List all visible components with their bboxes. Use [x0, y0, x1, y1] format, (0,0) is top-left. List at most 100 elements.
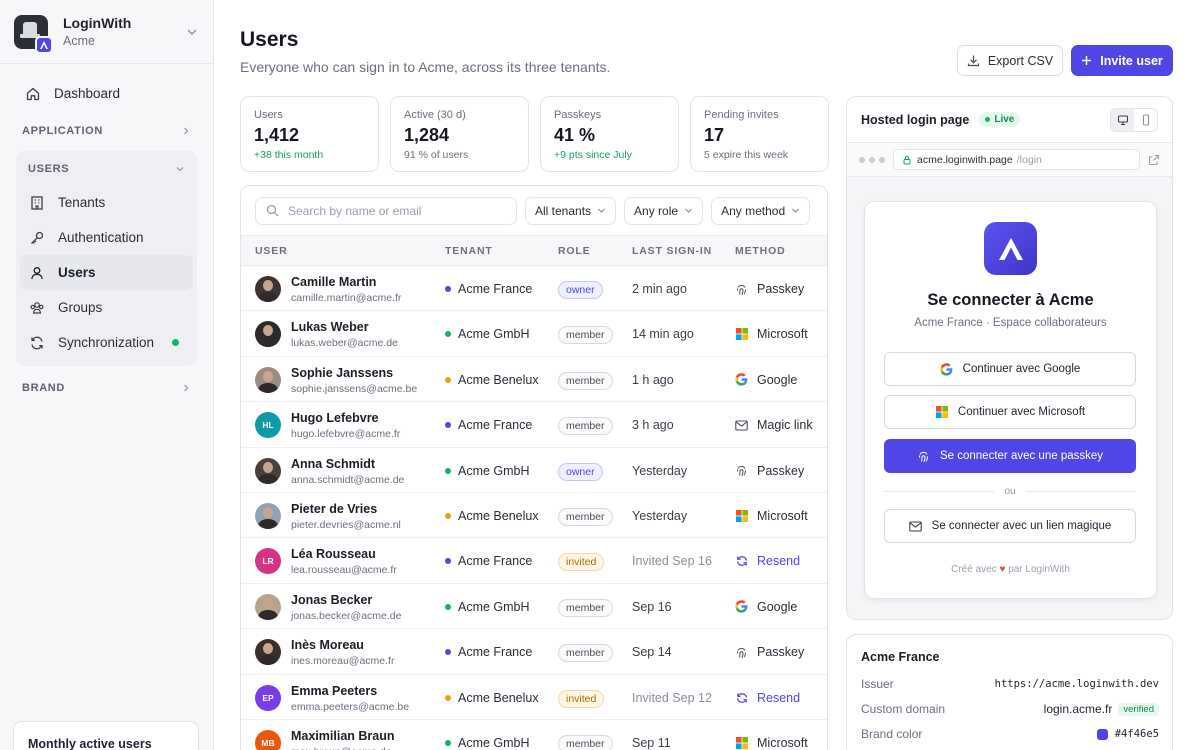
verified-badge: verified [1118, 702, 1159, 716]
sidebar-item-groups[interactable]: Groups [20, 290, 193, 325]
table-row[interactable]: Inès Moreau ines.moreau@acme.fr Acme Franc… [241, 629, 827, 675]
stat-delta: 5 expire this week [704, 149, 789, 161]
user-name[interactable]: Hugo Lefebvre [291, 411, 379, 425]
google-icon [940, 362, 954, 376]
col-user[interactable]: USER [255, 245, 288, 257]
user-email: lukas.weber@acme.de [291, 337, 398, 350]
microsoft-signin-button[interactable]: Continuer avec Microsoft [884, 395, 1136, 429]
user-tenant: Acme Benelux [445, 509, 539, 523]
table-row[interactable]: Anna Schmidt anna.schmidt@acme.de Acme Gmb… [241, 448, 827, 493]
user-name[interactable]: Maximilian Braun [291, 729, 395, 743]
role-filter-select[interactable]: Any role [624, 196, 704, 225]
plus-icon [1082, 56, 1092, 65]
user-name[interactable]: Anna Schmidt [291, 457, 375, 471]
table-row[interactable]: HL Hugo Lefebvre hugo.lefebvre@acme.fr Acme… [241, 402, 827, 448]
tenant-label: Acme France [458, 554, 533, 569]
resend-invite-link[interactable]: Resend [735, 554, 800, 568]
last-signin: 3 h ago [632, 418, 674, 433]
select-value: Any method [721, 203, 786, 218]
user-name[interactable]: Sophie Janssens [291, 366, 393, 380]
fingerprint-icon [735, 283, 748, 296]
select-value: Any role [634, 203, 679, 218]
export-csv-button[interactable]: Export CSV [957, 45, 1063, 76]
magic-link-button[interactable]: Se connecter avec un lien magique [884, 509, 1136, 543]
tenant-dot [445, 286, 451, 292]
method-label: Google [757, 372, 798, 387]
tenant-filter-select[interactable]: All tenants [525, 196, 617, 225]
window-dots [859, 156, 885, 163]
method-label: Google [757, 599, 798, 614]
table-row[interactable]: Lukas Weber lukas.weber@acme.de Acme GmbH m… [241, 311, 827, 357]
passkey-signin-button[interactable]: Se connecter avec une passkey [884, 439, 1136, 473]
desktop-icon[interactable] [1111, 108, 1134, 131]
avatar: HL [255, 412, 281, 439]
user-tenant: Acme GmbH [445, 327, 530, 341]
user-name[interactable]: Jonas Becker [291, 593, 372, 607]
invite-user-button[interactable]: Invite user [1071, 45, 1173, 76]
or-divider: ou [884, 486, 1136, 497]
fingerprint-icon [735, 646, 748, 659]
table-row[interactable]: Sophie Janssens sophie.janssens@acme.be Ac… [241, 357, 827, 403]
sidebar-item-tenants[interactable]: Tenants [20, 185, 193, 220]
col-last-signin[interactable]: LAST SIGN-IN [632, 245, 712, 257]
role-badge: member [558, 507, 613, 526]
org-switcher[interactable]: LoginWith Acme [0, 0, 213, 64]
signin-method: Magic link [735, 418, 813, 432]
invite-user-label: Invite user [1100, 53, 1163, 68]
mobile-icon[interactable] [1134, 109, 1157, 131]
google-signin-button[interactable]: Continuer avec Google [884, 352, 1136, 386]
sidebar-item-users[interactable]: Users [20, 255, 193, 290]
table-row[interactable]: Jonas Becker jonas.becker@acme.de Acme Gmb… [241, 584, 827, 630]
user-name[interactable]: Léa Rousseau [291, 547, 376, 561]
made-suffix: par LoginWith [1008, 564, 1070, 575]
method-filter-select[interactable]: Any method [711, 196, 811, 225]
url-host: acme.loginwith.page [917, 153, 1013, 166]
user-name[interactable]: Pieter de Vries [291, 502, 377, 516]
lock-icon [903, 155, 911, 164]
login-card: Se connecter à Acme Acme France · Espace… [864, 201, 1157, 599]
tenant-dot [445, 694, 451, 701]
made-prefix: Créé avec [951, 564, 997, 575]
sidebar-item-synchronization[interactable]: Synchronization [20, 325, 193, 360]
external-link-icon[interactable] [1148, 154, 1160, 166]
signin-method: Passkey [735, 464, 804, 478]
user-tenant: Acme France [445, 418, 532, 432]
chevron-right-icon [184, 127, 189, 135]
user-name[interactable]: Emma Peeters [291, 684, 377, 698]
section-application[interactable]: APPLICATION [16, 115, 197, 147]
brand-color-row: Brand color #4f46e5 [861, 727, 1159, 741]
section-label: BRAND [22, 382, 66, 394]
col-tenant[interactable]: TENANT [445, 245, 493, 257]
acme-logo-icon [984, 222, 1037, 275]
section-brand[interactable]: BRAND [16, 372, 197, 404]
sidebar-item-authentication[interactable]: Authentication [20, 220, 193, 255]
sidebar-item-dashboard[interactable]: Dashboard [16, 76, 197, 111]
last-signin: 1 h ago [632, 372, 674, 387]
user-name[interactable]: Lukas Weber [291, 320, 369, 334]
table-row[interactable]: Pieter de Vries pieter.devries@acme.nl Acm… [241, 493, 827, 539]
table-row[interactable]: MB Maximilian Braun max.braun@acme.de Acme … [241, 720, 827, 750]
resend-invite-link[interactable]: Resend [735, 691, 800, 705]
google-icon [735, 600, 748, 613]
section-users[interactable]: USERS [20, 153, 193, 185]
brand-color-swatch[interactable] [1096, 728, 1108, 740]
user-name[interactable]: Inès Moreau [291, 638, 364, 652]
url-field[interactable]: acme.loginwith.page /login [893, 149, 1140, 170]
table-row[interactable]: EP Emma Peeters emma.peeters@acme.be Acme B… [241, 675, 827, 720]
issuer-label: Issuer [861, 677, 894, 691]
col-method[interactable]: METHOD [735, 245, 786, 257]
org-sub: Acme [63, 34, 95, 48]
stat-label: Users [254, 109, 283, 121]
table-row[interactable]: Camille Martin camille.martin@acme.fr Acme… [241, 266, 827, 312]
page-title: Users [240, 28, 299, 51]
passkey-btn-label: Se connecter avec une passkey [939, 450, 1104, 462]
table-row[interactable]: LR Léa Rousseau lea.rousseau@acme.fr Acme F… [241, 538, 827, 584]
page-subtitle: Everyone who can sign in to Acme, across… [240, 59, 611, 75]
user-tenant: Acme France [445, 554, 532, 568]
user-name[interactable]: Camille Martin [291, 275, 376, 289]
user-email: emma.peeters@acme.be [291, 700, 410, 713]
tenant-dot [445, 512, 451, 519]
col-role[interactable]: ROLE [558, 245, 591, 257]
search-input[interactable]: Search by name or email [255, 196, 517, 225]
heart-icon: ♥ [999, 564, 1006, 575]
